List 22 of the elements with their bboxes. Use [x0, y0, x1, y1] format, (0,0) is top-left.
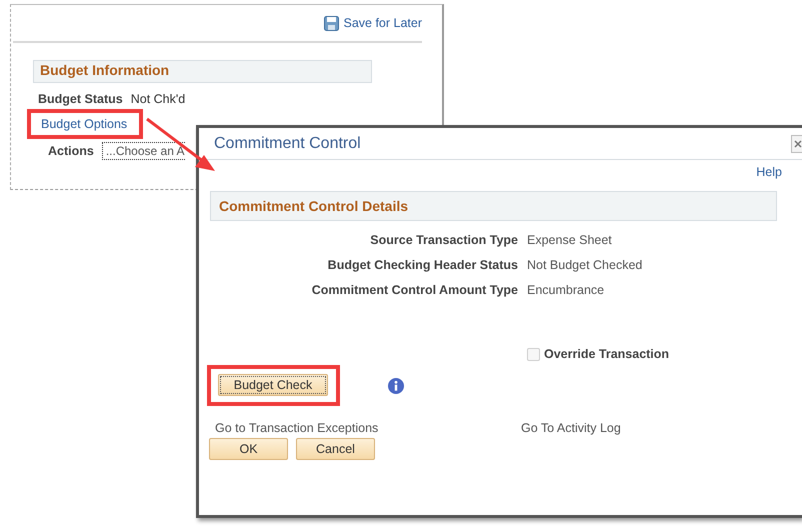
help-link[interactable]: Help: [756, 165, 782, 180]
field-label: Budget Status: [38, 92, 123, 106]
budget-check-button[interactable]: Budget Check: [218, 374, 328, 396]
checkbox-label: Override Transaction: [544, 347, 670, 361]
save-for-later-link[interactable]: Save for Later: [324, 16, 422, 30]
field-label: Commitment Control Amount Type: [310, 283, 518, 297]
cancel-button[interactable]: Cancel: [296, 438, 375, 460]
actions-dropdown[interactable]: ...Choose an A: [102, 142, 185, 160]
field-label: Actions: [48, 144, 94, 158]
budget-options-link[interactable]: Budget Options: [41, 117, 128, 131]
action-link[interactable]: Go To Activity Log: [521, 421, 802, 435]
field-value: Not Chk'd: [130, 92, 186, 106]
field-value: Encumbrance: [527, 283, 606, 297]
field-value: Expense Sheet: [527, 233, 613, 247]
section-header: Budget Information: [33, 60, 372, 83]
ok-button[interactable]: OK: [209, 438, 288, 460]
field-value: Not Budget Checked: [527, 258, 644, 272]
field-label: Budget Checking Header Status: [326, 258, 518, 272]
dialog-title: Commitment Control: [214, 134, 362, 152]
field-label: Source Transaction Type: [369, 233, 518, 247]
action-link[interactable]: Go to Transaction Exceptions: [215, 421, 521, 435]
section-header: Commitment Control Details: [210, 191, 777, 221]
